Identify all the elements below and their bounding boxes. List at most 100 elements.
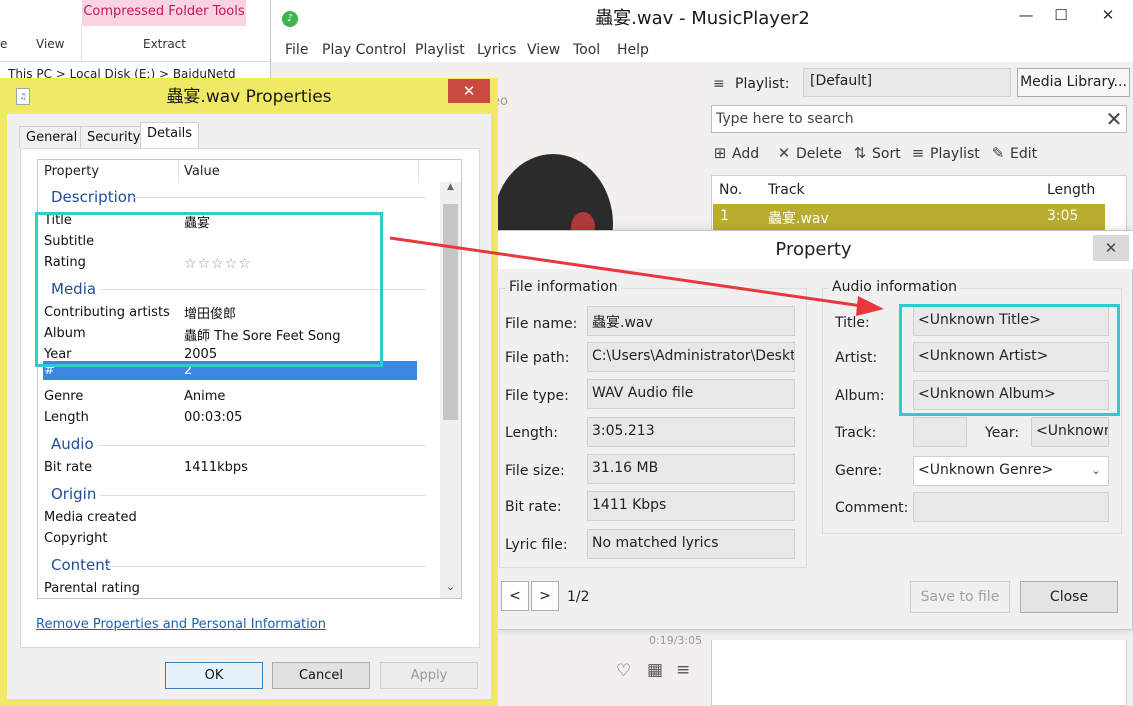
menu-help[interactable]: Help <box>617 42 649 58</box>
tab-details[interactable]: Details <box>140 122 200 149</box>
lyric-file-label: Lyric file: <box>505 537 568 553</box>
favorite-heart-icon[interactable]: ♡ <box>616 661 631 681</box>
file-type-label: File type: <box>505 388 569 404</box>
close-window-button[interactable]: ✕ <box>1091 0 1125 30</box>
menu-file[interactable]: File <box>285 42 308 58</box>
header-divider[interactable] <box>418 160 419 182</box>
col-property-header[interactable]: Property <box>44 164 99 179</box>
prop-length-value[interactable]: 00:03:05 <box>184 410 242 425</box>
prev-page-button[interactable]: < <box>501 581 529 611</box>
player-titlebar: 蟲宴.wav - MusicPlayer2 ♪ — ☐ ✕ <box>271 0 1133 38</box>
search-input[interactable] <box>716 108 1096 130</box>
next-page-button[interactable]: > <box>531 581 559 611</box>
artist-label: Artist: <box>835 350 878 366</box>
scroll-thumb[interactable] <box>443 204 458 420</box>
search-box: ✕ <box>711 105 1127 133</box>
ok-button[interactable]: OK <box>165 662 263 689</box>
apply-button[interactable]: Apply <box>380 662 478 689</box>
media-lib-grid-icon[interactable]: ▦ <box>647 660 663 680</box>
close-button[interactable]: Close <box>1020 581 1118 613</box>
highlight-box-details <box>35 212 383 367</box>
pencil-icon: ✎ <box>991 144 1005 162</box>
bit-rate-field[interactable]: 1411 Kbps <box>587 491 795 521</box>
maximize-button[interactable]: ☐ <box>1044 0 1078 30</box>
menu-tool[interactable]: Tool <box>573 42 600 58</box>
tab-security[interactable]: Security <box>80 126 148 148</box>
section-divider <box>98 445 426 446</box>
minimize-button[interactable]: — <box>1009 0 1043 30</box>
remove-properties-link[interactable]: Remove Properties and Personal Informati… <box>36 617 326 632</box>
playback-time: 0:19/3:05 <box>649 634 703 647</box>
ribbon-context-tab[interactable]: Compressed Folder Tools <box>82 0 246 26</box>
playlist-queue-icon[interactable]: ≡ <box>676 660 690 680</box>
playlist-selector[interactable]: [Default] <box>803 68 1011 97</box>
highlight-box-audio-info <box>899 304 1120 416</box>
tab-general[interactable]: General <box>19 126 85 148</box>
section-content: Content <box>51 556 111 574</box>
row-number: 1 <box>720 208 729 224</box>
add-label: Add <box>732 146 760 162</box>
genre-select[interactable]: <Unknown Genre> ⌄ <box>913 456 1109 486</box>
menu-play-control[interactable]: Play Control <box>322 42 406 58</box>
section-description: Description <box>51 188 137 206</box>
details-scrollbar[interactable]: ▲ ⌄ <box>440 182 461 598</box>
file-name-field[interactable]: 蟲宴.wav <box>587 306 795 336</box>
title-label: Title: <box>835 315 870 331</box>
plus-box-icon: ⊞ <box>713 144 727 162</box>
prop-parental-key: Parental rating <box>44 581 140 596</box>
x-icon: ✕ <box>777 144 791 162</box>
file-path-field[interactable]: C:\Users\Administrator\Deskto <box>587 342 795 372</box>
playlist-label: Playlist: <box>735 76 790 92</box>
dialog-close-icon[interactable]: ✕ <box>448 79 490 103</box>
section-divider <box>100 495 426 496</box>
menu-lyrics[interactable]: Lyrics <box>477 42 516 58</box>
save-to-file-button[interactable]: Save to file <box>910 581 1010 613</box>
track-label: Track: <box>835 425 877 441</box>
file-properties-dialog: 蟲宴.wav Properties ♫ ✕ General Security D… <box>0 78 498 706</box>
file-size-field[interactable]: 31.16 MB <box>587 454 795 484</box>
scroll-down-icon[interactable]: ⌄ <box>440 580 461 596</box>
ribbon-tab-view[interactable]: View <box>36 37 64 51</box>
clear-search-icon[interactable]: ✕ <box>1102 106 1126 132</box>
col-value-header[interactable]: Value <box>184 164 220 179</box>
ribbon-tab-extract[interactable]: Extract <box>143 37 186 51</box>
player-window-title: 蟲宴.wav - MusicPlayer2 <box>595 8 810 29</box>
header-divider[interactable] <box>178 160 179 182</box>
menu-view[interactable]: View <box>527 42 560 58</box>
row-track: 蟲宴.wav <box>768 211 829 227</box>
album-label: Album: <box>835 388 885 404</box>
prop-bitrate-key: Bit rate <box>44 460 93 475</box>
chevron-down-icon[interactable]: ⌄ <box>1086 458 1106 484</box>
section-origin: Origin <box>51 485 97 503</box>
add-button[interactable]: ⊞ Add <box>711 142 759 164</box>
list-item[interactable]: 1 蟲宴.wav 3:05 <box>713 204 1105 230</box>
length-field[interactable]: 3:05.213 <box>587 417 795 447</box>
length-label: Length: <box>505 425 559 441</box>
col-no-header[interactable]: No. <box>719 182 742 198</box>
file-path-label: File path: <box>505 350 570 366</box>
track-field[interactable] <box>913 417 967 447</box>
ribbon-separator <box>81 26 82 62</box>
year-field[interactable]: <Unknown <box>1031 417 1109 447</box>
sort-label: Sort <box>872 146 901 162</box>
menu-playlist[interactable]: Playlist <box>415 42 465 58</box>
prop-genre-value[interactable]: Anime <box>184 389 225 404</box>
ribbon-tab-partial[interactable]: e <box>0 37 7 51</box>
col-track-header[interactable]: Track <box>768 182 805 198</box>
cancel-button[interactable]: Cancel <box>272 662 370 689</box>
edit-button[interactable]: ✎ Edit <box>989 142 1037 164</box>
prop-bitrate-value[interactable]: 1411kbps <box>184 460 248 475</box>
sort-button[interactable]: ⇅ Sort <box>851 142 901 164</box>
playlist-menu-button[interactable]: ≡ Playlist <box>909 142 980 164</box>
delete-button[interactable]: ✕ Delete <box>775 142 842 164</box>
property-close-icon[interactable]: ✕ <box>1093 235 1129 261</box>
col-length-header[interactable]: Length <box>1047 182 1095 198</box>
scroll-up-icon[interactable]: ▲ <box>440 182 461 196</box>
playlist-icon: ≡ <box>713 76 725 92</box>
comment-field[interactable] <box>913 492 1109 522</box>
file-type-field[interactable]: WAV Audio file <box>587 379 795 409</box>
bit-rate-label: Bit rate: <box>505 499 562 515</box>
media-library-button[interactable]: Media Library... <box>1017 68 1130 97</box>
app-icon: ♪ <box>282 11 298 27</box>
lyric-file-field[interactable]: No matched lyrics <box>587 529 795 559</box>
